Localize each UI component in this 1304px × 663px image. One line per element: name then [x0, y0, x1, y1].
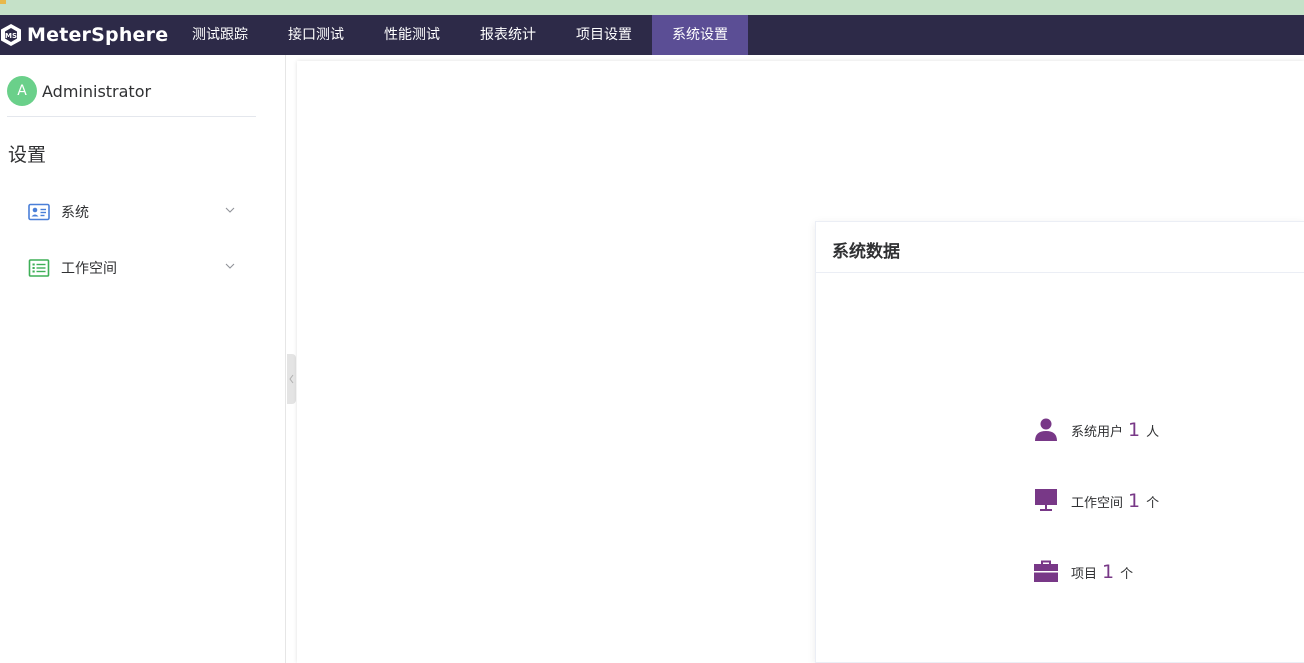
user-info[interactable]: A Administrator — [7, 76, 151, 106]
nav-system-settings[interactable]: 系统设置 — [652, 15, 748, 55]
chevron-down-icon — [225, 263, 235, 269]
id-card-icon — [28, 203, 50, 221]
stat-system-users: 系统用户 1 人 — [1034, 417, 1159, 441]
stat-label: 项目 — [1071, 567, 1098, 582]
list-icon — [28, 259, 50, 277]
window-top-strip — [0, 0, 1304, 15]
sidebar-item-label: 工作空间 — [61, 261, 117, 277]
avatar: A — [7, 76, 37, 106]
stat-unit: 个 — [1120, 567, 1134, 582]
window-top-strip-marker — [0, 0, 6, 4]
chevron-down-icon — [225, 207, 235, 213]
nav-performance-test[interactable]: 性能测试 — [364, 15, 460, 55]
card-title: 系统数据 — [832, 242, 900, 262]
nav-api-test[interactable]: 接口测试 — [268, 15, 364, 55]
sidebar-divider — [7, 116, 256, 117]
brand-logo[interactable]: MS MeterSphere — [0, 15, 168, 55]
stat-unit: 人 — [1146, 425, 1160, 440]
stat-value: 1 — [1102, 561, 1115, 583]
sidebar-item-label: 系统 — [61, 205, 89, 221]
nav-project-settings[interactable]: 项目设置 — [556, 15, 652, 55]
sidebar: A Administrator 设置 系统 工作空间 — [0, 55, 286, 663]
sidebar-item-workspace[interactable]: 工作空间 — [0, 244, 256, 292]
brand-name: MeterSphere — [27, 24, 169, 46]
nav-test-track[interactable]: 测试跟踪 — [172, 15, 268, 55]
card-header: 系统数据 — [816, 222, 1304, 273]
svg-text:MS: MS — [5, 32, 17, 40]
monitor-icon — [1035, 489, 1057, 511]
username: Administrator — [42, 81, 152, 101]
metersphere-logo-icon: MS — [1, 24, 21, 46]
stat-value: 1 — [1128, 490, 1141, 512]
stat-workspaces: 工作空间 1 个 — [1034, 488, 1159, 512]
top-navbar: MS MeterSphere 测试跟踪 接口测试 性能测试 报表统计 项目设置 … — [0, 15, 1304, 55]
stat-label: 工作空间 — [1071, 496, 1124, 511]
stat-unit: 个 — [1146, 496, 1160, 511]
stat-label: 系统用户 — [1071, 425, 1124, 440]
nav-report-stats[interactable]: 报表统计 — [460, 15, 556, 55]
briefcase-icon — [1034, 560, 1058, 582]
sidebar-item-system[interactable]: 系统 — [0, 188, 256, 236]
stat-value: 1 — [1128, 419, 1141, 441]
system-data-card: 系统数据 系统用户 1 人 工作空间 1 个 项目 1 个 — [815, 221, 1304, 663]
settings-title: 设置 — [8, 144, 47, 166]
stat-projects: 项目 1 个 — [1034, 559, 1133, 583]
sidebar-collapse-handle[interactable] — [287, 354, 296, 404]
user-icon — [1035, 418, 1057, 441]
chevron-left-icon — [289, 374, 294, 384]
